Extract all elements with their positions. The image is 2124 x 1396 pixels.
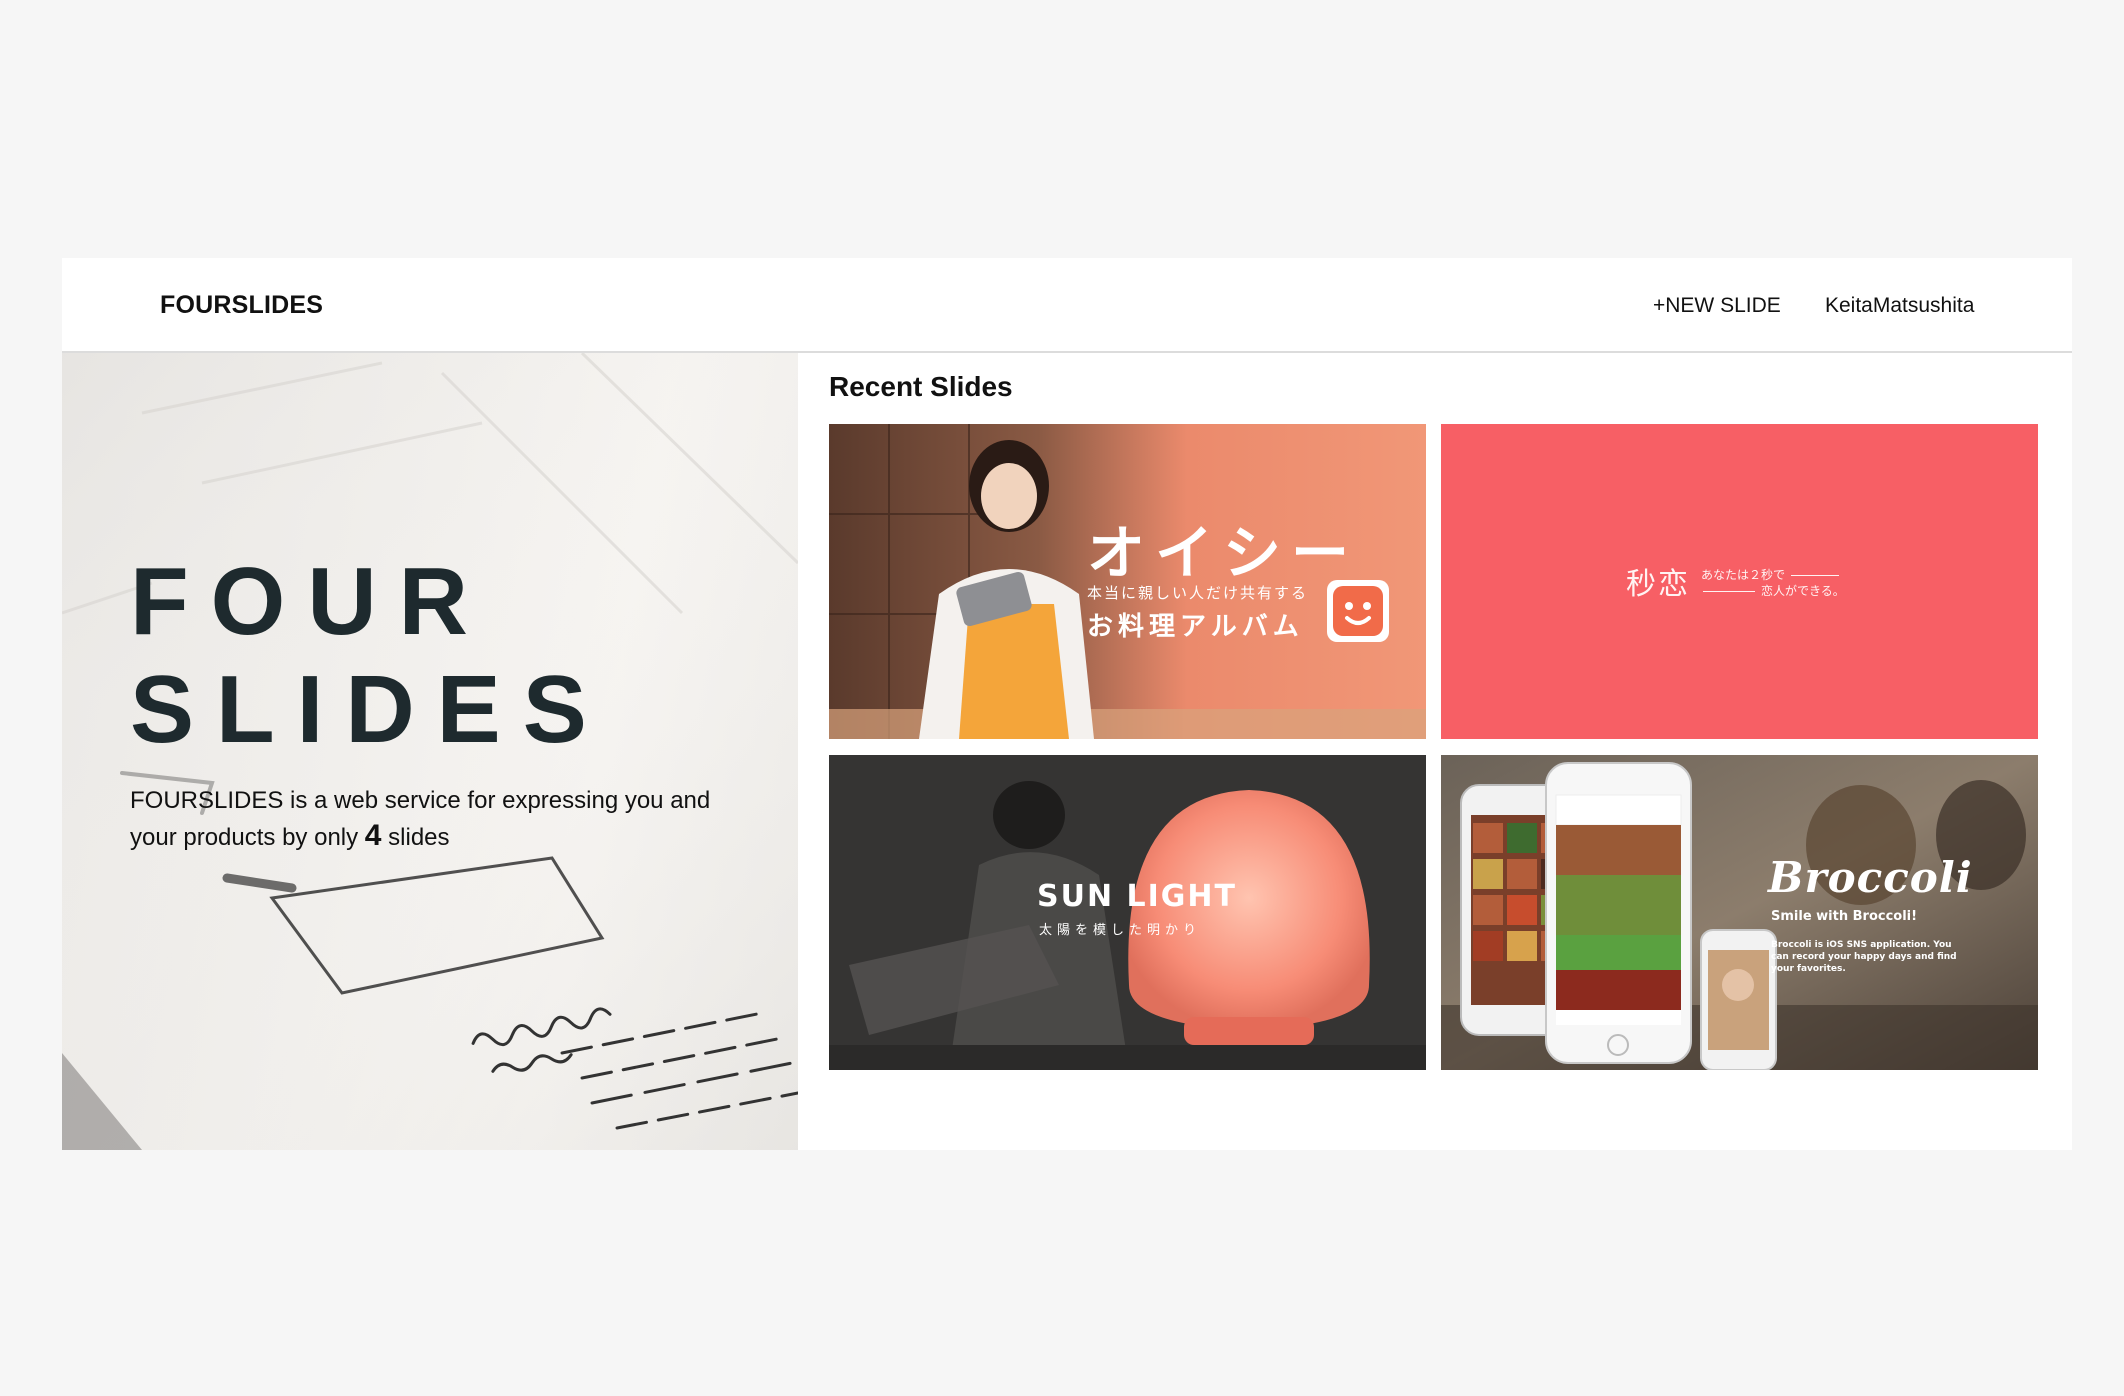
slide-subtitle-sunlight: 太陽を模した明かり [1039, 923, 1202, 938]
hero-panel: FOUR SLIDES FOURSLIDES is a web service … [62, 353, 798, 1150]
user-menu-link[interactable]: KeitaMatsushita [1825, 258, 1974, 353]
slide-subtitle-broccoli: Smile with Broccoli! [1771, 909, 1918, 924]
tagline-divider-2 [1703, 591, 1755, 592]
tagline-divider-1 [1791, 575, 1839, 576]
slide-tagline-byoren-2: 恋人ができる。 [1761, 584, 1845, 598]
hero-title: FOUR SLIDES [130, 548, 609, 764]
slide-title-byoren: 秒恋 [1626, 567, 1690, 602]
slide-tagline-byoren-1: あなたは２秒で [1701, 568, 1786, 582]
brand-logo[interactable]: FOURSLIDES [160, 258, 323, 353]
app-window: FOURSLIDES +NEW SLIDE KeitaMatsushita FO… [62, 258, 2072, 1150]
slide-title-sunlight: SUN LIGHT [1037, 879, 1237, 914]
slide-description-broccoli: Broccoli is iOS SNS application. You can… [1771, 940, 1957, 974]
slide-card-broccoli[interactable]: Broccoli Smile with Broccoli! Broccoli i… [1441, 755, 2038, 1070]
slide-card-sunlight[interactable]: SUN LIGHT 太陽を模した明かり [829, 755, 1426, 1070]
slide-subtitle2-oishii: お料理アルバム [1087, 612, 1304, 642]
hero-description-suffix: slides [381, 824, 450, 851]
hero-description: FOURSLIDES is a web service for expressi… [130, 783, 750, 855]
oishii-app-icon [1327, 580, 1389, 642]
slide-card-oishii[interactable]: オイシー 本当に親しい人だけ共有する お料理アルバム [829, 424, 1426, 739]
hero-title-line-2: SLIDES [130, 656, 609, 763]
recent-slides-heading: Recent Slides [829, 371, 1013, 402]
slide-title-oishii: オイシー [1087, 519, 1360, 587]
slide-thumbnail-broccoli [1441, 755, 2038, 1070]
navbar: FOURSLIDES +NEW SLIDE KeitaMatsushita [62, 258, 2072, 353]
new-slide-link[interactable]: +NEW SLIDE [1653, 258, 1781, 353]
hero-title-line-1: FOUR [130, 548, 490, 655]
slide-subtitle-oishii: 本当に親しい人だけ共有する [1087, 584, 1309, 602]
hero-description-number: 4 [364, 819, 382, 852]
slide-title-broccoli: Broccoli [1768, 853, 1973, 902]
slide-card-byoren[interactable]: 秒恋 あなたは２秒で 恋人ができる。 [1441, 424, 2038, 739]
